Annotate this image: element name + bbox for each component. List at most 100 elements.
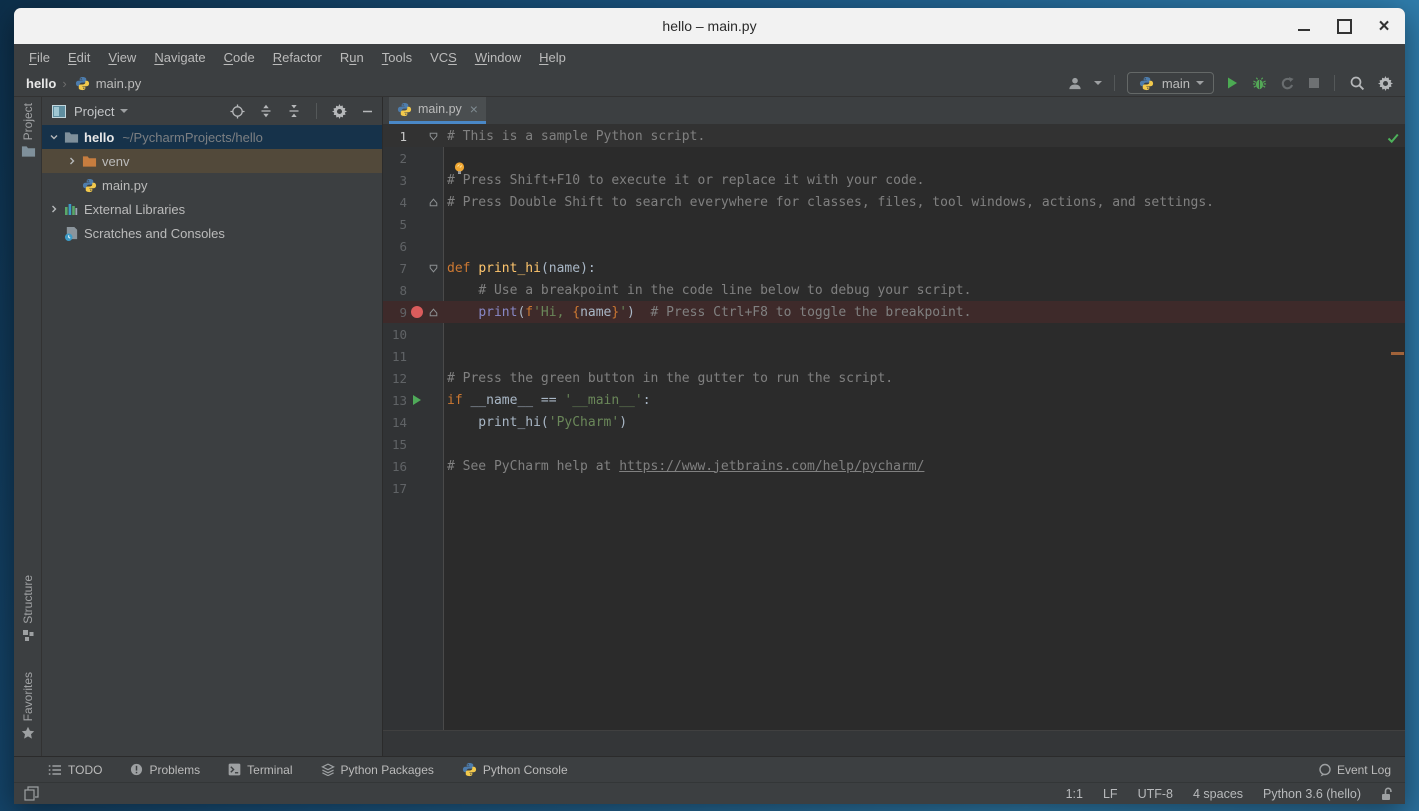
gutter-line-10[interactable]: 10 (383, 323, 443, 345)
event-log-button[interactable]: Event Log (1318, 763, 1391, 777)
gutter-line-15[interactable]: 15 (383, 433, 443, 455)
gutter-line-16[interactable]: 16 (383, 455, 443, 477)
run-configuration-select[interactable]: main (1127, 72, 1214, 94)
menu-run[interactable]: Run (331, 47, 373, 68)
chevron-down-icon[interactable] (46, 132, 62, 142)
code-line-13[interactable]: 13if __name__ == '__main__': (383, 389, 1405, 411)
tool-window-toggle-icon[interactable] (22, 784, 41, 803)
code-line-16[interactable]: 16# See PyCharm help at https://www.jetb… (383, 455, 1405, 477)
menu-refactor[interactable]: Refactor (264, 47, 331, 68)
code-line-1[interactable]: 1# This is a sample Python script. (383, 125, 1405, 147)
gutter-line-7[interactable]: 7 (383, 257, 443, 279)
code-line-8[interactable]: 8 # Use a breakpoint in the code line be… (383, 279, 1405, 301)
error-stripe-mark[interactable] (1391, 352, 1404, 355)
tool-window-favorites-button[interactable]: Favorites (14, 672, 42, 740)
gutter-line-8[interactable]: 8 (383, 279, 443, 301)
menu-vcs[interactable]: VCS (421, 47, 466, 68)
gutter-line-5[interactable]: 5 (383, 213, 443, 235)
chevron-right-icon[interactable] (64, 156, 80, 166)
tool-window-project-button[interactable]: Project (14, 103, 42, 158)
gutter-line-17[interactable]: 17 (383, 477, 443, 499)
fold-up-icon[interactable] (426, 308, 440, 317)
stop-button[interactable] (1306, 75, 1322, 91)
tool-window-terminal-button[interactable]: Terminal (228, 763, 292, 777)
debug-button[interactable] (1250, 74, 1269, 93)
tool-window-todo-button[interactable]: TODO (48, 763, 102, 777)
breakpoint-icon[interactable] (407, 306, 426, 318)
chevron-right-icon[interactable] (46, 204, 62, 214)
expand-all-button[interactable] (257, 102, 275, 120)
fold-down-icon[interactable] (426, 264, 440, 273)
tree-item-external-libraries[interactable]: External Libraries (42, 197, 382, 221)
code-line-7[interactable]: 7def print_hi(name): (383, 257, 1405, 279)
tree-item-venv[interactable]: venv (42, 149, 382, 173)
code-line-15[interactable]: 15 (383, 433, 1405, 455)
tree-item-hello[interactable]: hello~/PycharmProjects/hello (42, 125, 382, 149)
breadcrumb-file[interactable]: main.py (96, 76, 142, 91)
gutter-line-1[interactable]: 1 (383, 125, 443, 147)
gutter-line-4[interactable]: 4 (383, 191, 443, 213)
close-button[interactable]: × (1371, 13, 1397, 39)
minimize-button[interactable] (1291, 13, 1317, 39)
code-editor[interactable]: 1# This is a sample Python script.23# Pr… (383, 125, 1405, 730)
menu-file[interactable]: File (20, 47, 59, 68)
project-panel-title[interactable]: Project (74, 104, 114, 119)
search-everywhere-button[interactable] (1347, 73, 1367, 93)
inspections-ok-icon[interactable] (1386, 131, 1400, 145)
indent-widget[interactable]: 4 spaces (1193, 787, 1243, 801)
title-bar[interactable]: hello – main.py × (14, 8, 1405, 44)
interpreter-widget[interactable]: Python 3.6 (hello) (1263, 787, 1361, 801)
code-line-5[interactable]: 5 (383, 213, 1405, 235)
tool-window-python-console-button[interactable]: Python Console (462, 762, 568, 777)
close-tab-icon[interactable]: × (470, 102, 478, 116)
tool-window-python-packages-button[interactable]: Python Packages (321, 763, 434, 777)
menu-tools[interactable]: Tools (373, 47, 421, 68)
tool-window-structure-button[interactable]: Structure (14, 575, 42, 642)
gutter-line-9[interactable]: 9 (383, 301, 443, 323)
tree-item-scratches-and-consoles[interactable]: Scratches and Consoles (42, 221, 382, 245)
code-line-12[interactable]: 12# Press the green button in the gutter… (383, 367, 1405, 389)
run-button[interactable] (1223, 74, 1241, 92)
run-gutter-icon[interactable] (407, 395, 426, 405)
hide-panel-button[interactable] (359, 103, 376, 120)
fold-up-icon[interactable] (426, 198, 440, 207)
menu-navigate[interactable]: Navigate (145, 47, 214, 68)
menu-view[interactable]: View (99, 47, 145, 68)
settings-button[interactable] (1376, 74, 1395, 93)
menu-help[interactable]: Help (530, 47, 575, 68)
panel-settings-button[interactable] (330, 102, 349, 121)
code-line-3[interactable]: 3# Press Shift+F10 to execute it or repl… (383, 169, 1405, 191)
code-line-10[interactable]: 10 (383, 323, 1405, 345)
menu-window[interactable]: Window (466, 47, 530, 68)
gutter-line-11[interactable]: 11 (383, 345, 443, 367)
code-line-17[interactable]: 17 (383, 477, 1405, 499)
user-account-button[interactable] (1065, 74, 1085, 93)
code-line-4[interactable]: 4# Press Double Shift to search everywhe… (383, 191, 1405, 213)
collapse-all-button[interactable] (285, 102, 303, 120)
gutter-line-12[interactable]: 12 (383, 367, 443, 389)
gutter-line-13[interactable]: 13 (383, 389, 443, 411)
caret-position-widget[interactable]: 1:1 (1066, 787, 1083, 801)
tool-window-problems-button[interactable]: Problems (130, 763, 200, 777)
code-line-11[interactable]: 11 (383, 345, 1405, 367)
write-access-lock-icon[interactable] (1381, 787, 1393, 801)
menu-code[interactable]: Code (215, 47, 264, 68)
code-line-2[interactable]: 2 (383, 147, 1405, 169)
locate-file-button[interactable] (228, 102, 247, 121)
menu-edit[interactable]: Edit (59, 47, 99, 68)
encoding-widget[interactable]: UTF-8 (1138, 787, 1173, 801)
gutter-line-14[interactable]: 14 (383, 411, 443, 433)
maximize-button[interactable] (1331, 13, 1357, 39)
coverage-button[interactable] (1278, 74, 1297, 93)
editor-tab-main-py[interactable]: main.py × (389, 97, 486, 124)
code-line-9[interactable]: 9 print(f'Hi, {name}') # Press Ctrl+F8 t… (383, 301, 1405, 323)
breadcrumb-project[interactable]: hello (26, 76, 56, 91)
chevron-down-icon[interactable] (120, 109, 128, 113)
line-separator-widget[interactable]: LF (1103, 787, 1118, 801)
code-line-14[interactable]: 14 print_hi('PyCharm') (383, 411, 1405, 433)
tree-item-main-py[interactable]: main.py (42, 173, 382, 197)
code-line-6[interactable]: 6 (383, 235, 1405, 257)
gutter-line-6[interactable]: 6 (383, 235, 443, 257)
fold-down-icon[interactable] (426, 132, 440, 141)
gutter-line-2[interactable]: 2 (383, 147, 443, 169)
